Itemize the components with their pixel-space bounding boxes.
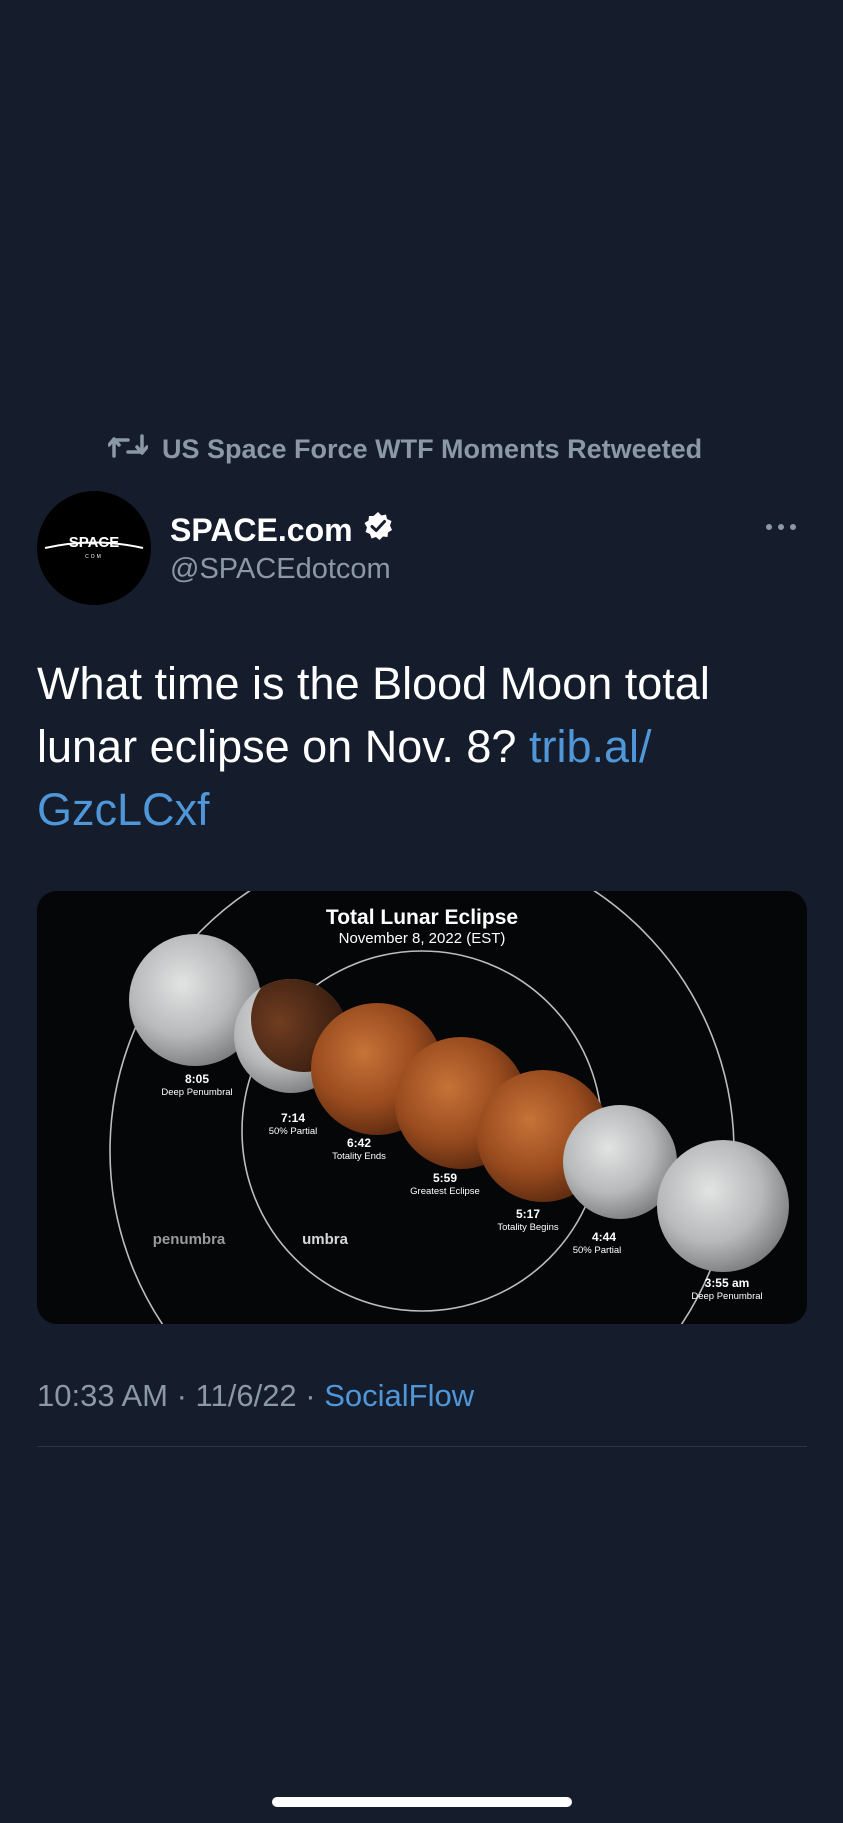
phase-time-2: 6:42 — [347, 1136, 371, 1150]
tweet-media-image[interactable]: Total Lunar Eclipse November 8, 2022 (ES… — [37, 891, 807, 1324]
retweet-indicator[interactable]: US Space Force WTF Moments Retweeted — [107, 432, 703, 467]
lunar-eclipse-graphic: Total Lunar Eclipse November 8, 2022 (ES… — [37, 891, 807, 1324]
author-name: SPACE.com — [170, 511, 353, 548]
divider — [37, 1446, 807, 1447]
home-indicator[interactable] — [272, 1797, 572, 1807]
space-logo: SPACE COM — [44, 534, 144, 560]
phase-label-6: Deep Penumbral — [691, 1291, 762, 1302]
verified-badge-icon — [363, 511, 393, 549]
retweet-icon — [107, 432, 149, 467]
phase-time-5: 4:44 — [592, 1230, 616, 1244]
region-penumbra: penumbra — [153, 1231, 226, 1248]
tweet-time[interactable]: 10:33 AM — [37, 1378, 168, 1413]
phase-time-4: 5:17 — [516, 1207, 540, 1221]
tweet-date[interactable]: 11/6/22 — [196, 1378, 297, 1413]
avatar-logo-subtext: COM — [85, 554, 103, 560]
tweet-source[interactable]: SocialFlow — [324, 1378, 474, 1413]
tweet-meta: 10:33 AM · 11/6/22 · SocialFlow — [37, 1378, 474, 1414]
meta-separator-2: · — [296, 1378, 325, 1413]
more-icon[interactable] — [761, 517, 801, 537]
region-umbra: umbra — [302, 1231, 349, 1248]
media-title: Total Lunar Eclipse — [326, 906, 518, 929]
retweet-label: US Space Force WTF Moments Retweeted — [162, 434, 703, 464]
phase-label-0: Deep Penumbral — [161, 1087, 232, 1098]
avatar[interactable]: SPACE COM — [37, 491, 151, 605]
phase-time-3: 5:59 — [433, 1171, 457, 1185]
phase-time-0: 8:05 — [185, 1072, 209, 1086]
phase-label-1: 50% Partial — [269, 1126, 318, 1137]
moon-3-55 — [657, 1140, 789, 1272]
author-display-name[interactable]: SPACE.com — [170, 511, 393, 549]
phase-label-3: Greatest Eclipse — [410, 1186, 480, 1197]
meta-separator: · — [167, 1378, 196, 1413]
tweet-text: What time is the Blood Moon total lunar … — [37, 652, 797, 841]
phase-label-5: 50% Partial — [573, 1245, 622, 1256]
tweet-author: SPACE COM SPACE.com @SPACEdotcom — [37, 491, 807, 606]
phase-time-6: 3:55 am — [705, 1276, 750, 1290]
author-handle[interactable]: @SPACEdotcom — [170, 553, 391, 586]
phase-label-4: Totality Begins — [497, 1222, 559, 1233]
avatar-logo-text: SPACE — [69, 534, 120, 551]
phase-label-2: Totality Ends — [332, 1151, 386, 1162]
phase-time-1: 7:14 — [281, 1111, 305, 1125]
media-subtitle: November 8, 2022 (EST) — [339, 930, 506, 947]
